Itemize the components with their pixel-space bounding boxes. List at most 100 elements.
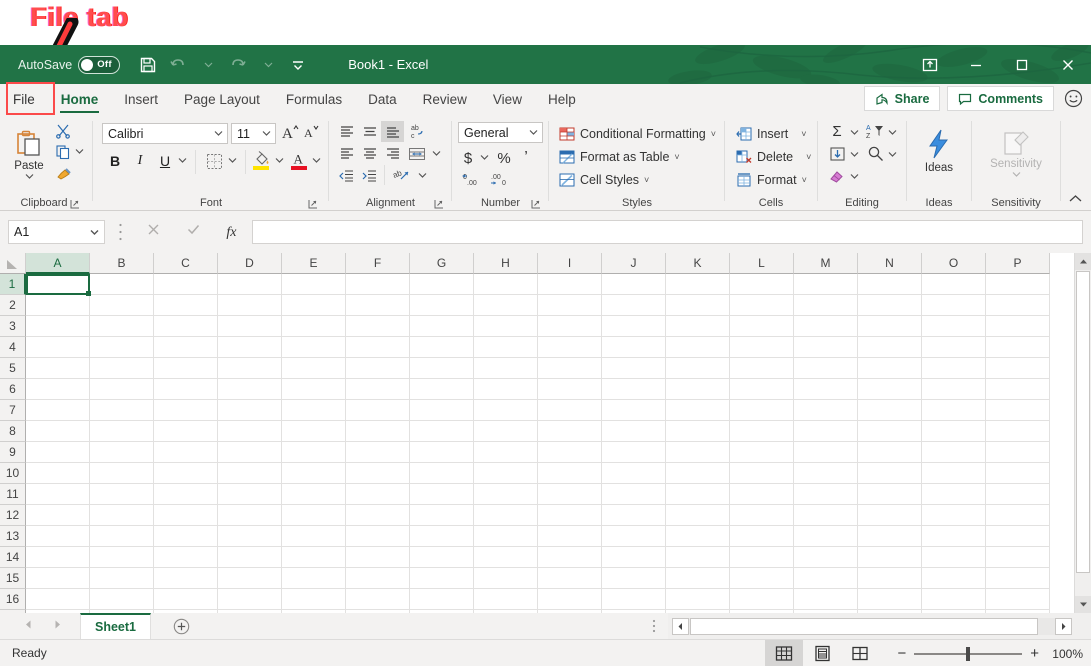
cell-C5[interactable] — [154, 358, 218, 379]
cell-D8[interactable] — [218, 421, 282, 442]
cell-A9[interactable] — [26, 442, 90, 463]
alignment-dialog-launcher[interactable] — [434, 196, 446, 209]
cell-N7[interactable] — [858, 400, 922, 421]
cell-H9[interactable] — [474, 442, 538, 463]
cell-B15[interactable] — [90, 568, 154, 589]
column-header-k[interactable]: K — [666, 253, 730, 274]
tab-review[interactable]: Review — [410, 84, 480, 115]
cell-J14[interactable] — [602, 547, 666, 568]
horizontal-scrollbar[interactable] — [672, 618, 1072, 635]
column-header-f[interactable]: F — [346, 253, 410, 274]
fill-color-dropdown-icon[interactable] — [273, 154, 285, 166]
collapse-ribbon-button[interactable] — [1065, 190, 1085, 208]
cell-L10[interactable] — [730, 463, 794, 484]
cell-M9[interactable] — [794, 442, 858, 463]
row-header-2[interactable]: 2 — [0, 295, 26, 316]
cell-G9[interactable] — [410, 442, 474, 463]
cell-K8[interactable] — [666, 421, 730, 442]
borders-dropdown-icon[interactable] — [226, 154, 238, 166]
maximize-icon[interactable] — [999, 45, 1045, 84]
cell-B16[interactable] — [90, 589, 154, 610]
cell-E2[interactable] — [282, 295, 346, 316]
zoom-slider-thumb[interactable] — [966, 646, 971, 661]
cell-I8[interactable] — [538, 421, 602, 442]
cell-A14[interactable] — [26, 547, 90, 568]
cell-D3[interactable] — [218, 316, 282, 337]
percent-style-button[interactable]: % — [494, 147, 514, 169]
cell-H4[interactable] — [474, 337, 538, 358]
cell-A1[interactable] — [26, 274, 90, 295]
cell-K15[interactable] — [666, 568, 730, 589]
tab-file[interactable]: File — [0, 84, 48, 115]
bottom-align-button[interactable] — [381, 121, 404, 142]
paste-button[interactable]: Paste — [6, 121, 52, 187]
cell-E6[interactable] — [282, 379, 346, 400]
clipboard-dialog-launcher[interactable] — [70, 196, 82, 209]
top-align-button[interactable] — [335, 121, 358, 142]
scroll-down-button[interactable] — [1075, 596, 1091, 613]
cell-E8[interactable] — [282, 421, 346, 442]
vertical-scrollbar-thumb[interactable] — [1076, 271, 1090, 573]
cell-H14[interactable] — [474, 547, 538, 568]
sheet-tab-split-handle[interactable] — [652, 619, 656, 638]
cell-J9[interactable] — [602, 442, 666, 463]
cell-B10[interactable] — [90, 463, 154, 484]
align-right-button[interactable] — [381, 143, 404, 164]
delete-cells-button[interactable]: Delete ˅ — [733, 146, 814, 168]
cell-I13[interactable] — [538, 526, 602, 547]
cell-A7[interactable] — [26, 400, 90, 421]
cell-K10[interactable] — [666, 463, 730, 484]
cell-C13[interactable] — [154, 526, 218, 547]
cell-P5[interactable] — [986, 358, 1050, 379]
cell-D9[interactable] — [218, 442, 282, 463]
cell-E3[interactable] — [282, 316, 346, 337]
accounting-format-button[interactable]: $ — [458, 147, 478, 169]
sort-filter-dropdown-icon[interactable] — [886, 126, 898, 138]
cell-N3[interactable] — [858, 316, 922, 337]
cell-K4[interactable] — [666, 337, 730, 358]
redo-dropdown-icon[interactable] — [254, 52, 282, 78]
cell-O1[interactable] — [922, 274, 986, 295]
cell-L13[interactable] — [730, 526, 794, 547]
cell-F1[interactable] — [346, 274, 410, 295]
format-as-table-button[interactable]: Format as Table ˅ — [556, 146, 683, 168]
cell-C10[interactable] — [154, 463, 218, 484]
decrease-decimal-button[interactable]: .00 0 — [458, 169, 484, 189]
cell-B6[interactable] — [90, 379, 154, 400]
comma-style-button[interactable]: ’ — [516, 147, 536, 169]
tab-home[interactable]: Home — [48, 84, 112, 115]
cell-A13[interactable] — [26, 526, 90, 547]
enter-formula-button[interactable] — [186, 222, 201, 242]
cell-area[interactable] — [26, 274, 1050, 631]
cell-B14[interactable] — [90, 547, 154, 568]
cell-P3[interactable] — [986, 316, 1050, 337]
redo-icon[interactable] — [224, 52, 252, 78]
cell-L6[interactable] — [730, 379, 794, 400]
cell-O15[interactable] — [922, 568, 986, 589]
find-select-dropdown-icon[interactable] — [886, 148, 898, 160]
cell-D14[interactable] — [218, 547, 282, 568]
cell-L16[interactable] — [730, 589, 794, 610]
cell-J2[interactable] — [602, 295, 666, 316]
page-layout-view-button[interactable] — [803, 640, 841, 666]
cell-styles-button[interactable]: Cell Styles ˅ — [556, 169, 652, 191]
smiley-icon[interactable] — [1061, 87, 1085, 111]
add-sheet-button[interactable] — [171, 616, 191, 636]
cell-O12[interactable] — [922, 505, 986, 526]
cell-G14[interactable] — [410, 547, 474, 568]
align-left-button[interactable] — [335, 143, 358, 164]
cell-C6[interactable] — [154, 379, 218, 400]
cell-H11[interactable] — [474, 484, 538, 505]
cell-L2[interactable] — [730, 295, 794, 316]
cell-B1[interactable] — [90, 274, 154, 295]
cell-H8[interactable] — [474, 421, 538, 442]
cell-C15[interactable] — [154, 568, 218, 589]
column-header-m[interactable]: M — [794, 253, 858, 274]
cell-F4[interactable] — [346, 337, 410, 358]
cell-A15[interactable] — [26, 568, 90, 589]
cell-G12[interactable] — [410, 505, 474, 526]
row-header-13[interactable]: 13 — [0, 526, 26, 547]
tab-page-layout[interactable]: Page Layout — [171, 84, 273, 115]
close-icon[interactable] — [1045, 45, 1091, 84]
cell-G5[interactable] — [410, 358, 474, 379]
